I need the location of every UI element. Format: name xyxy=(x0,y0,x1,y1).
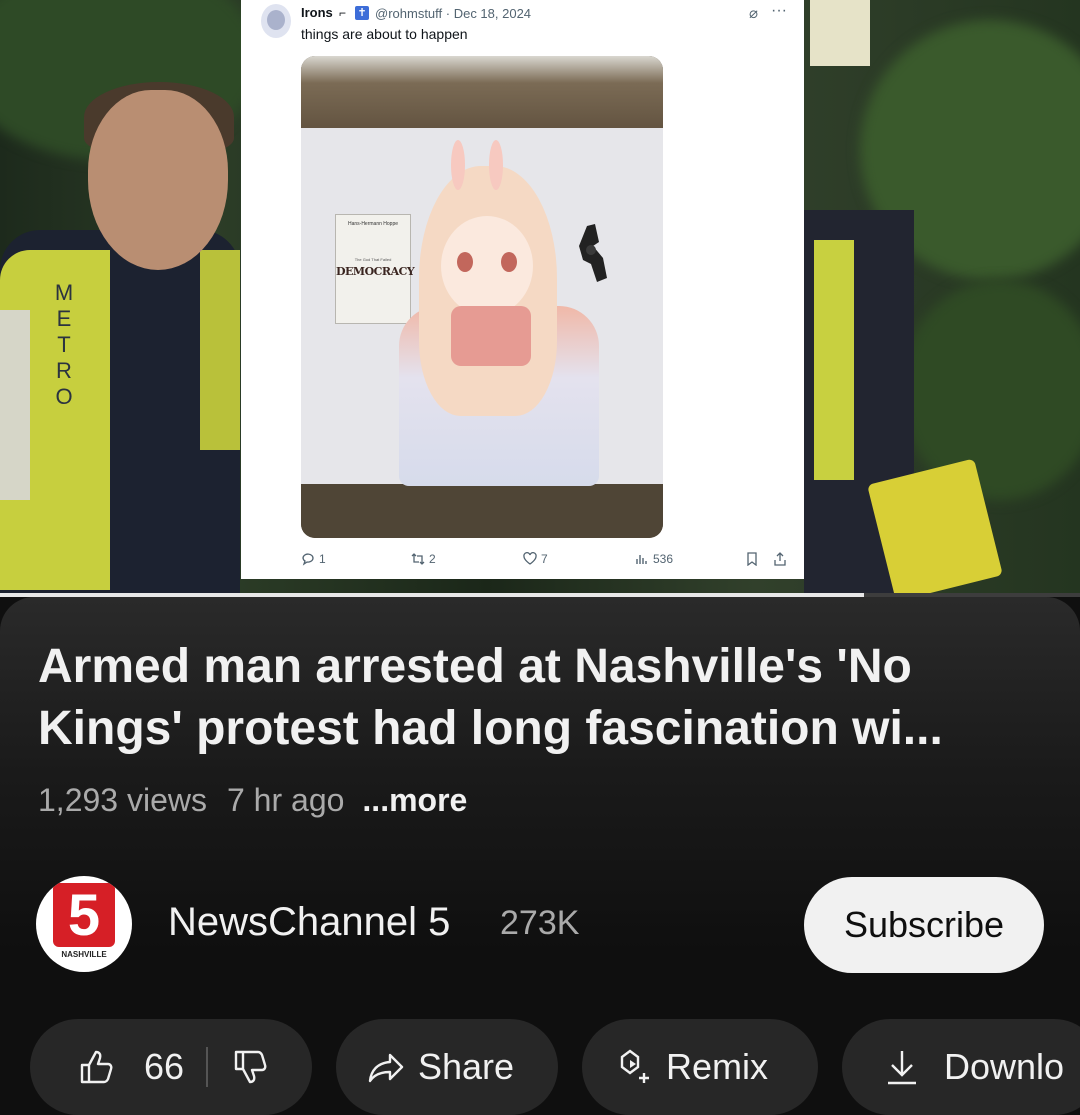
remix-label: Remix xyxy=(666,1046,769,1087)
share-label: Share xyxy=(418,1046,515,1087)
views-icon xyxy=(636,555,647,564)
more-link[interactable]: ...more xyxy=(362,782,467,818)
video-views: 1,293 views xyxy=(38,782,207,818)
channel-avatar[interactable]: 5 NASHVILLE xyxy=(36,876,132,972)
download-button[interactable]: Downlo xyxy=(842,1019,1080,1115)
background-sign xyxy=(810,0,870,66)
tweet-card: Irons ⌐ ✝ @rohmstuff · Dec 18, 2024 ⌀ ··… xyxy=(241,0,804,579)
tweet-reposts-count: 2 xyxy=(429,552,436,566)
more-icon: ··· xyxy=(771,2,787,19)
channel-subscriber-count: 273K xyxy=(500,904,580,942)
thumbs-down-icon[interactable] xyxy=(230,1047,270,1087)
video-meta[interactable]: 1,293 views 7 hr ago ...more xyxy=(38,782,467,819)
tweet-views-count: 536 xyxy=(653,552,674,566)
grok-icon: ⌀ xyxy=(749,5,759,22)
democracy-book: Hans-Hermann Hoppe DEMOCRACY The God Tha… xyxy=(335,214,415,324)
tweet-photo: Hans-Hermann Hoppe DEMOCRACY The God Tha… xyxy=(301,56,663,538)
video-player[interactable]: METRO Irons ⌐ ✝ @rohmstuff · Dec 18, 202… xyxy=(0,0,1080,594)
anime-eye xyxy=(501,252,517,272)
tweet-avatar xyxy=(261,4,291,38)
tweet-replies-count: 1 xyxy=(319,552,326,566)
gun-emoji-icon: ⌐ xyxy=(339,6,347,20)
anime-figure-face xyxy=(441,216,533,316)
tweet-action-bar: 1 2 7 536 xyxy=(301,552,791,570)
book-author: Hans-Hermann Hoppe xyxy=(347,221,399,227)
heart-icon xyxy=(523,552,537,565)
anime-ear xyxy=(489,140,503,190)
tweet-text: things are about to happen xyxy=(301,26,468,42)
vest-metro-text: METRO xyxy=(54,280,74,409)
revolver-image xyxy=(579,224,607,282)
reply-icon xyxy=(302,553,314,566)
tweet-reposts: 2 xyxy=(411,552,436,566)
book-subtitle: The God That Failed xyxy=(354,257,392,262)
anime-figure-collar xyxy=(451,306,531,366)
bookmark-icon xyxy=(745,552,759,566)
book-title: DEMOCRACY xyxy=(336,265,415,278)
share-arrow-icon xyxy=(368,1053,404,1083)
video-age: 7 hr ago xyxy=(226,782,345,818)
subscribe-button[interactable]: Subscribe xyxy=(804,877,1044,973)
tweet-likes-count: 7 xyxy=(541,552,548,566)
anime-eye xyxy=(457,252,473,272)
tweet-handle-date: @rohmstuff · Dec 18, 2024 xyxy=(375,6,532,21)
like-count[interactable]: 66 xyxy=(144,1046,184,1088)
channel-logo-number: 5 xyxy=(53,883,115,948)
download-label: Downlo xyxy=(944,1046,1065,1087)
download-icon xyxy=(888,1051,916,1085)
officer-left xyxy=(0,60,240,594)
tweet-author-name: Irons xyxy=(301,5,333,20)
share-tweet-icon xyxy=(773,552,787,566)
channel-name[interactable]: NewsChannel 5 xyxy=(168,900,450,945)
foliage xyxy=(900,280,1080,500)
cross-emoji-icon: ✝ xyxy=(355,6,369,20)
video-title[interactable]: Armed man arrested at Nashville's 'No Ki… xyxy=(38,636,1048,760)
share-button[interactable]: Share xyxy=(336,1019,558,1115)
like-dislike-group: 66 xyxy=(30,1019,312,1115)
repost-icon xyxy=(411,553,425,565)
like-divider xyxy=(206,1047,209,1087)
remix-icon xyxy=(620,1049,649,1083)
tweet-views: 536 xyxy=(635,552,673,566)
remix-button[interactable]: Remix xyxy=(582,1019,818,1115)
thumbs-up-icon[interactable] xyxy=(76,1047,116,1087)
channel-logo-text: NASHVILLE xyxy=(61,950,107,959)
anime-ear xyxy=(451,140,465,190)
tweet-replies: 1 xyxy=(301,552,326,566)
tweet-likes: 7 xyxy=(523,552,548,566)
